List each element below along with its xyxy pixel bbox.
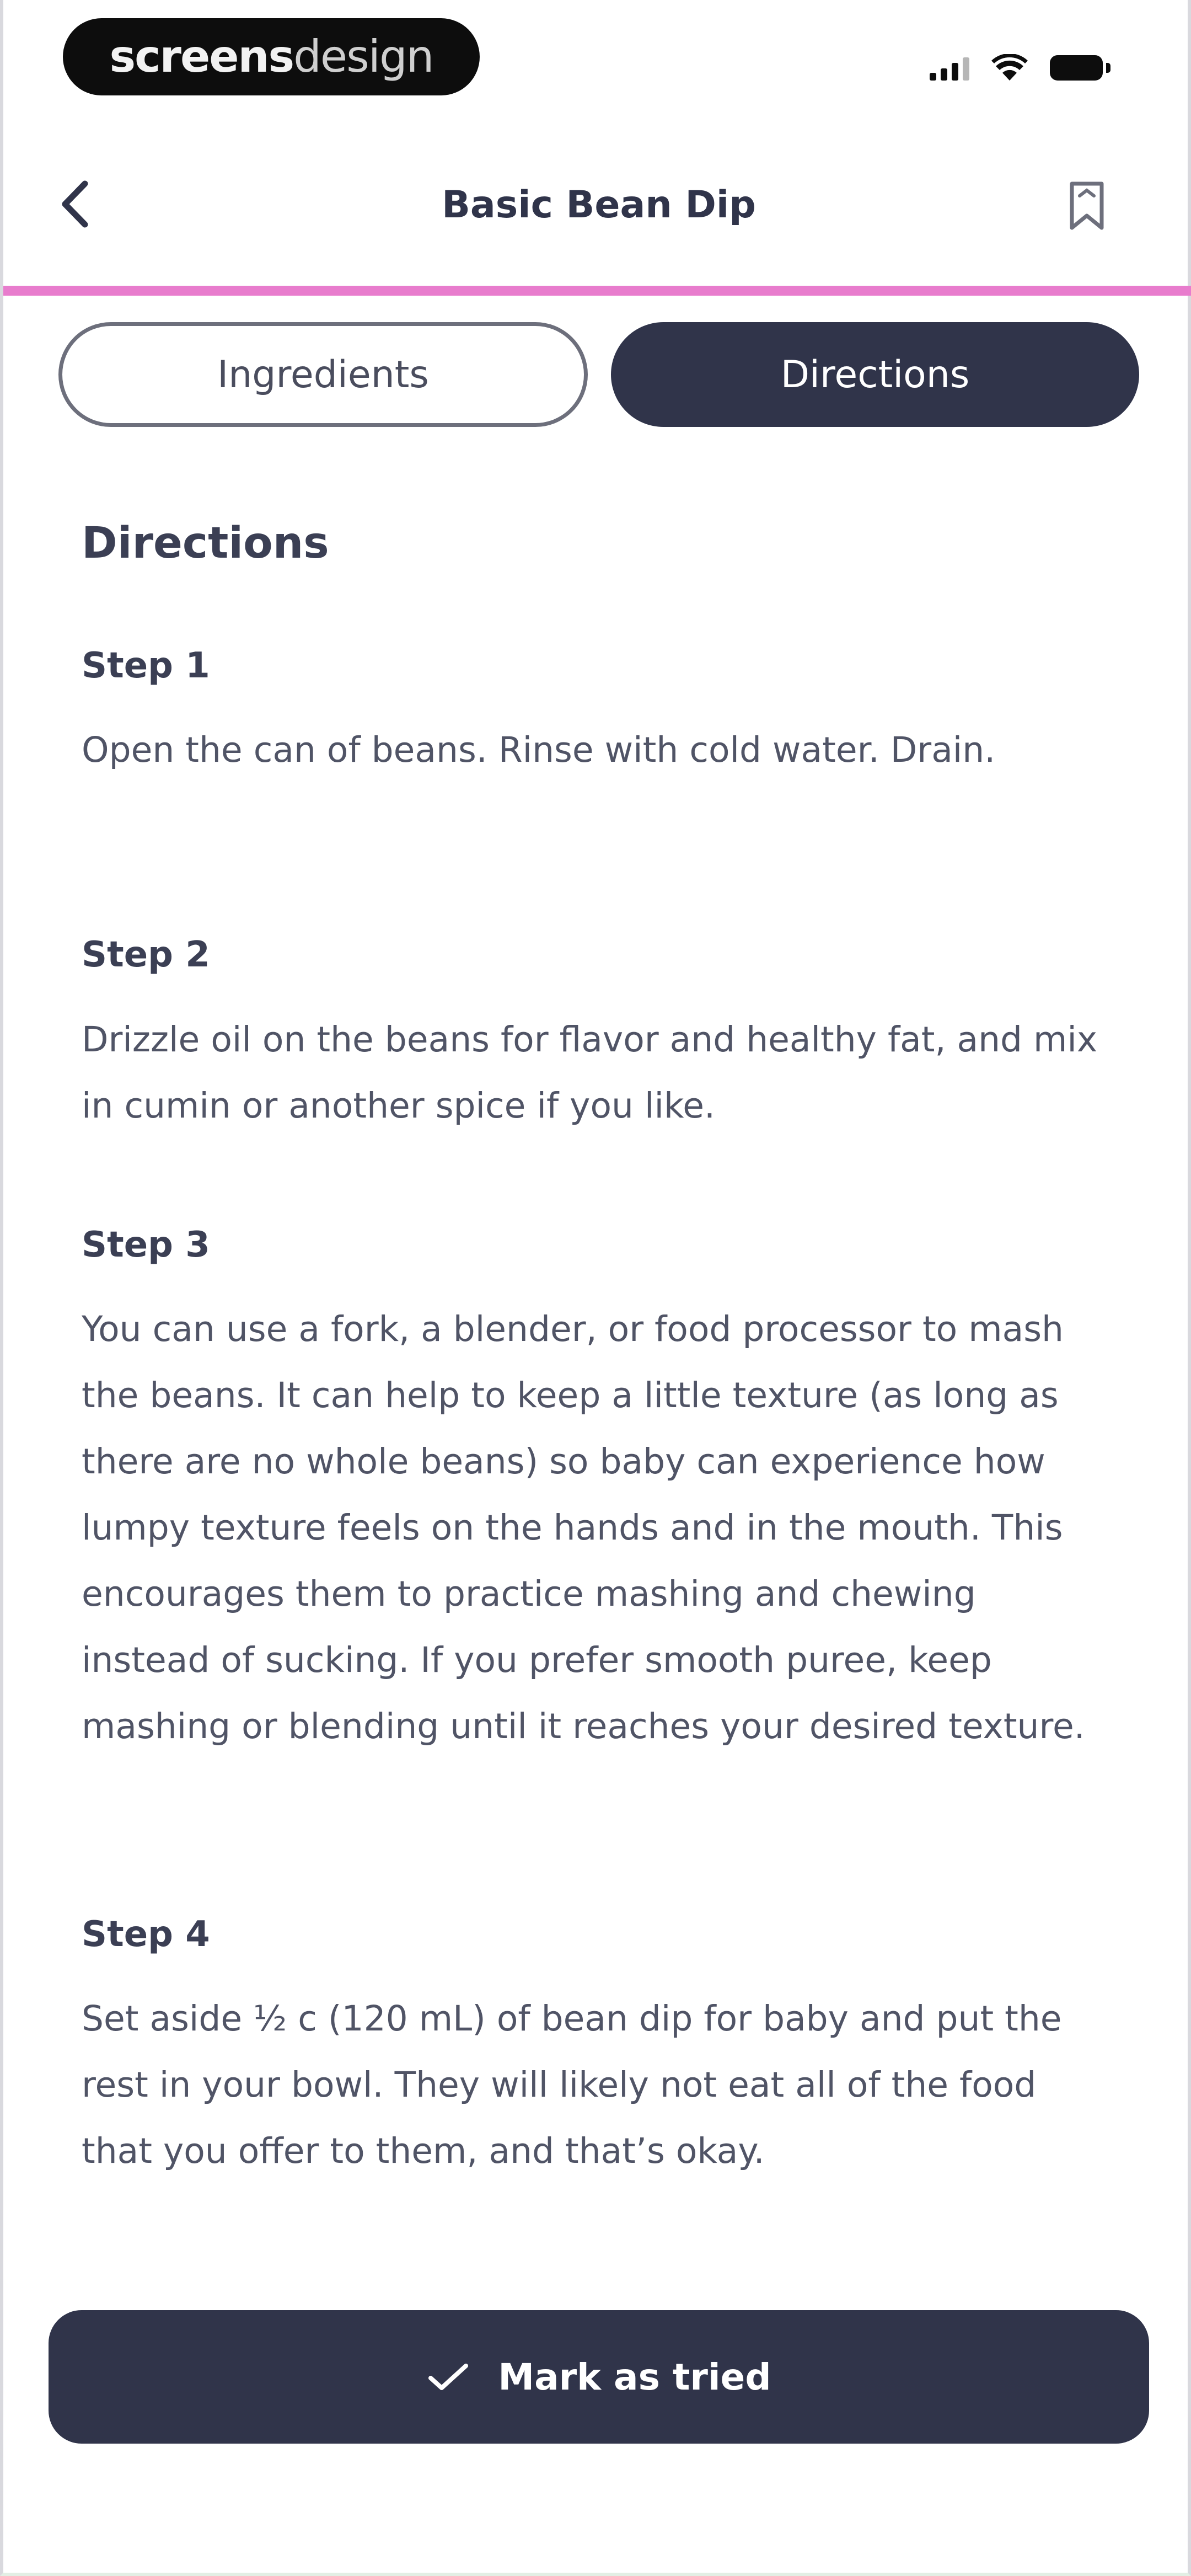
checkmark-icon: [428, 2364, 469, 2390]
step-1-text: Open the can of beans. Rinse with cold w…: [82, 730, 996, 770]
step-1-label: Step 1: [82, 645, 210, 686]
app-screen: screensdesign Basic Bean Dip Ingredients…: [0, 0, 1191, 2576]
step-4-text: Set aside ½ c (120 mL) of bean dip for b…: [82, 1998, 1062, 2171]
step-3-label: Step 3: [82, 1225, 210, 1265]
cellular-signal-icon: [930, 55, 969, 81]
status-icons: [930, 49, 1110, 87]
mark-as-tried-button[interactable]: Mark as tried: [49, 2310, 1149, 2444]
step-3-text: You can use a fork, a blender, or food p…: [82, 1309, 1085, 1746]
page-title: Basic Bean Dip: [442, 183, 756, 227]
step-4-label: Step 4: [82, 1914, 210, 1955]
bookmark-icon: [1070, 181, 1104, 230]
tab-ingredients[interactable]: Ingredients: [58, 322, 588, 427]
section-title: Directions: [82, 519, 329, 568]
accent-divider: [3, 286, 1191, 296]
watermark-bold-text: screens: [109, 31, 295, 82]
step-2-text: Drizzle oil on the beans for flavor and …: [82, 1019, 1098, 1126]
step-2-label: Step 2: [82, 934, 210, 975]
watermark-light-text: design: [293, 31, 434, 82]
bookmark-button[interactable]: [1056, 177, 1117, 237]
segmented-tabs: Ingredients Directions: [58, 322, 1139, 427]
wifi-icon: [991, 54, 1028, 81]
screensdesign-watermark: screensdesign: [63, 18, 480, 95]
mark-as-tried-label: Mark as tried: [498, 2355, 771, 2398]
chevron-left-icon: [62, 180, 88, 228]
top-navigation-bar: Basic Bean Dip: [3, 149, 1191, 276]
battery-icon: [1050, 55, 1110, 81]
tab-directions[interactable]: Directions: [611, 322, 1139, 427]
back-button[interactable]: [47, 177, 103, 232]
